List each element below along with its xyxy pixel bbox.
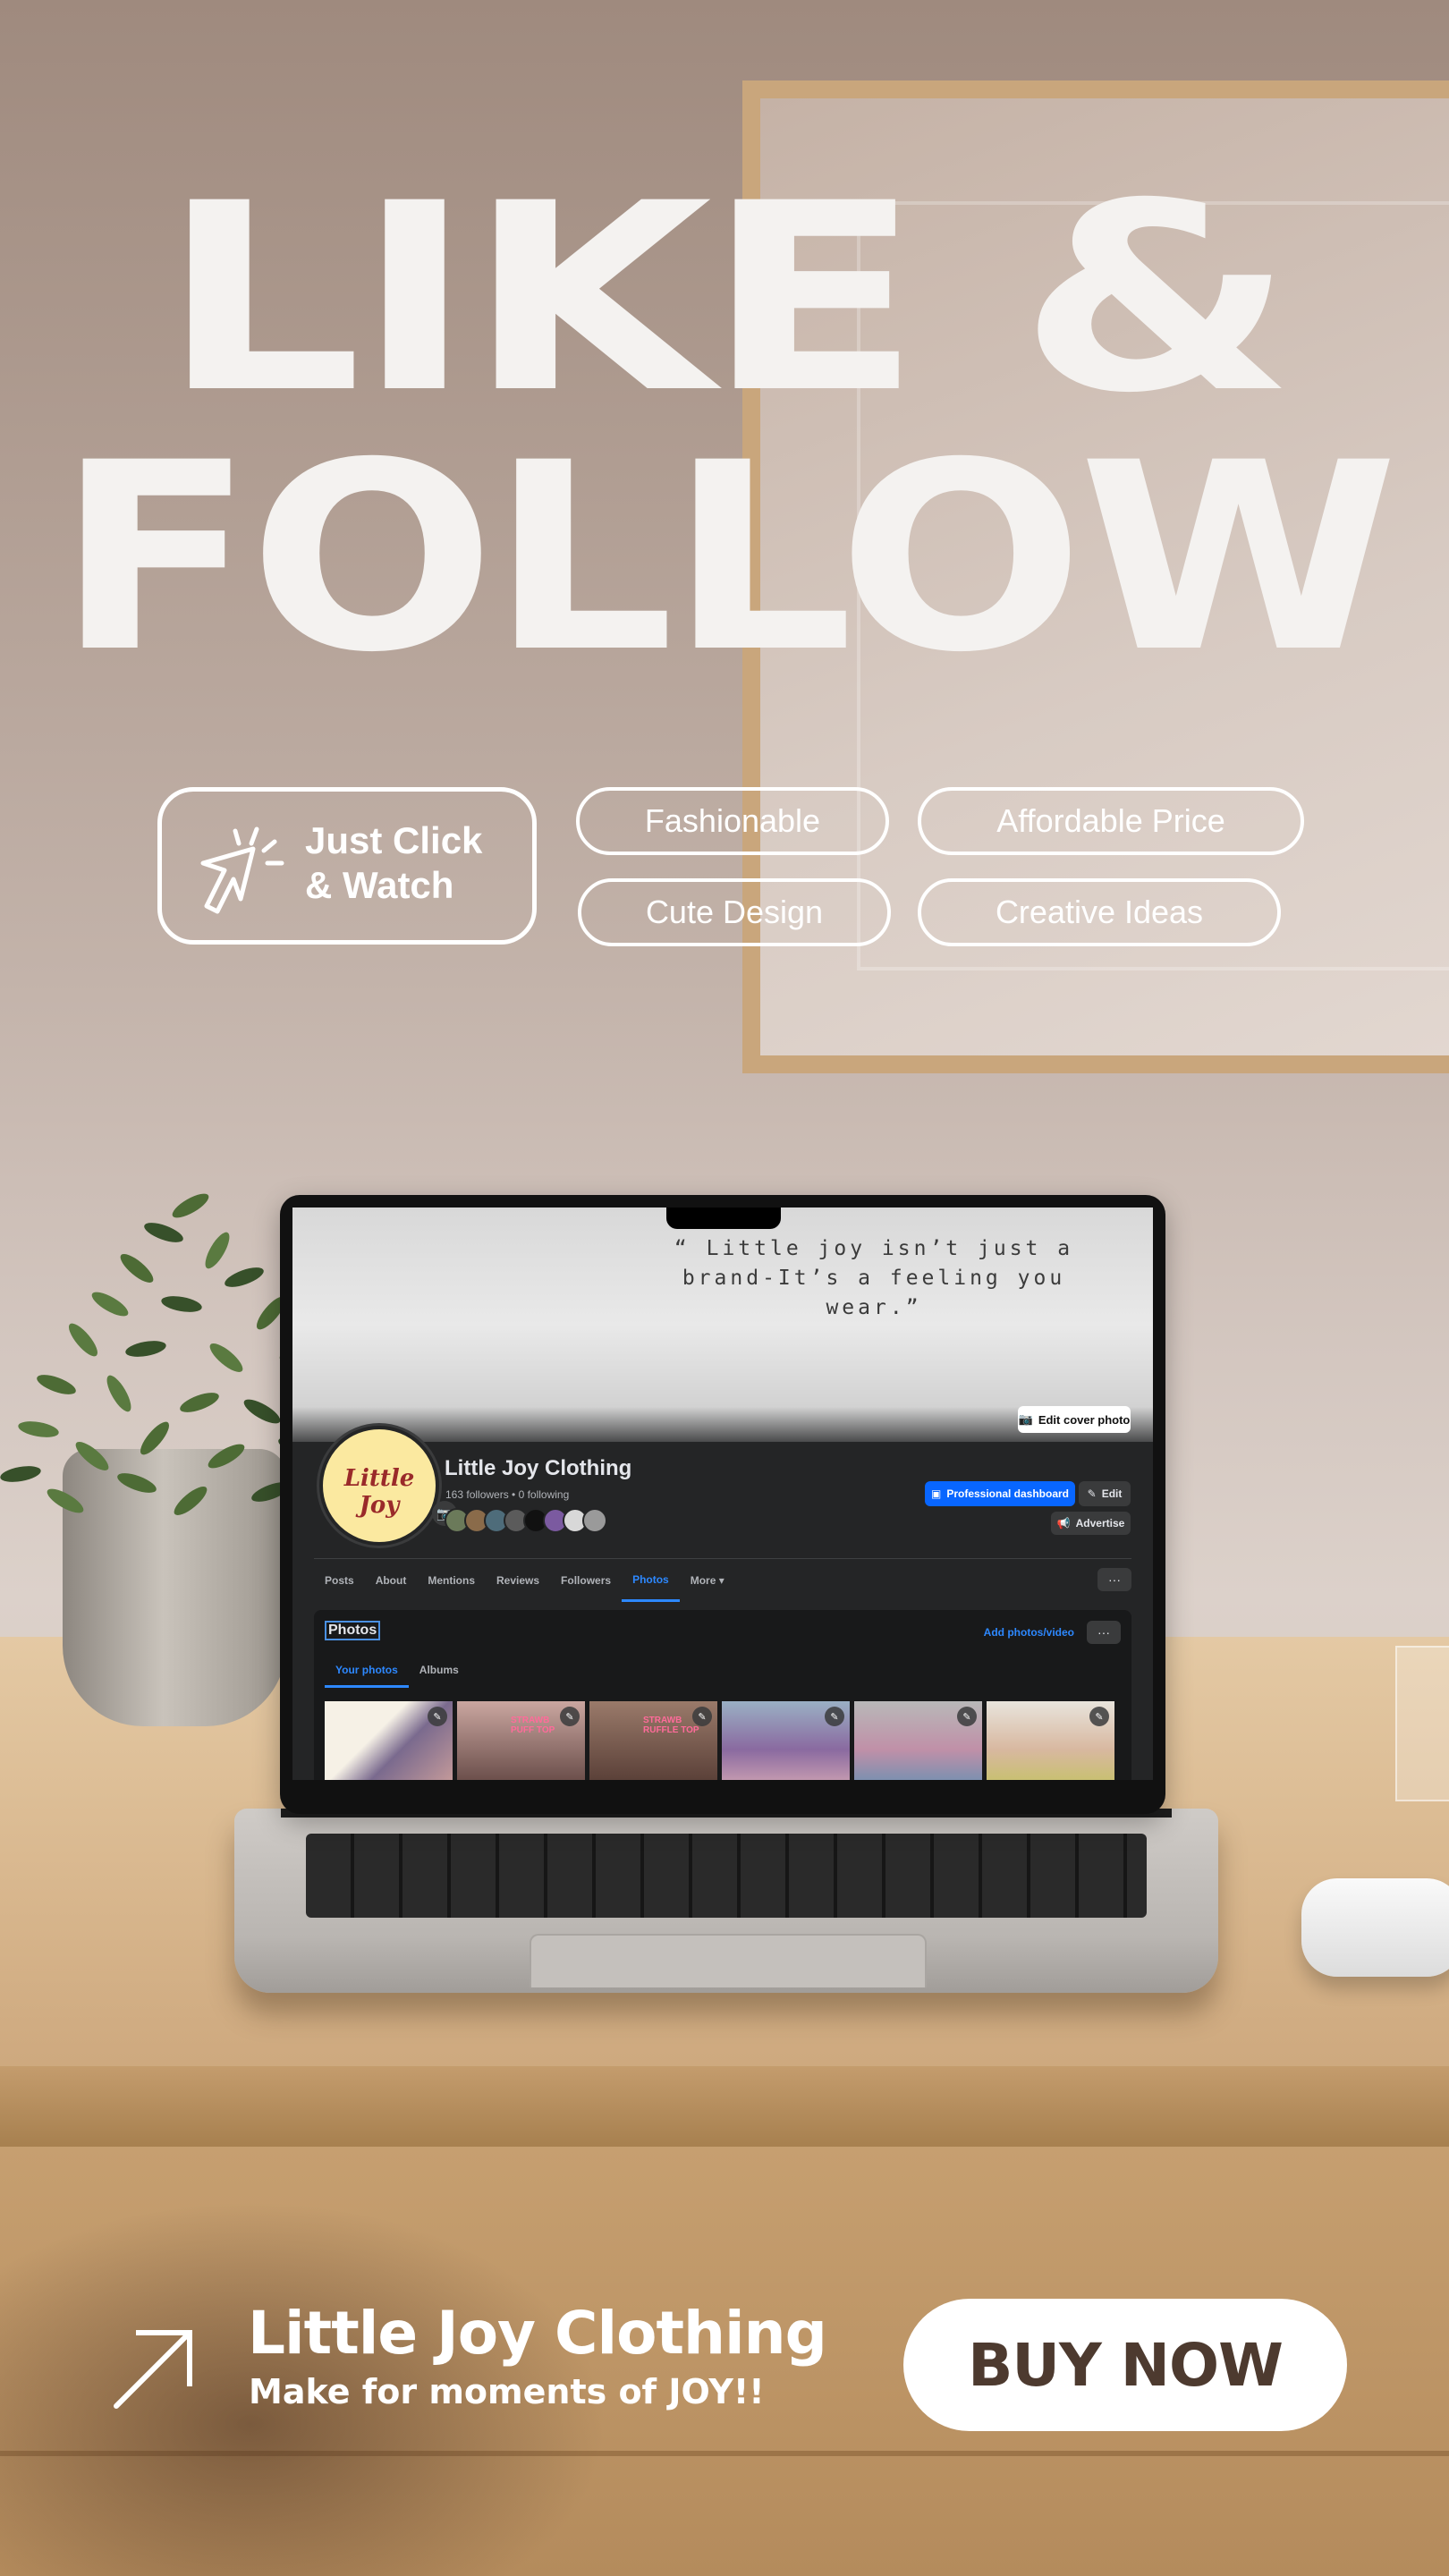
photos-more-options-button[interactable]: ··· (1087, 1621, 1121, 1644)
laptop-trackpad (530, 1934, 927, 1987)
plant-leaf (177, 1388, 222, 1417)
plant-leaf (89, 1287, 131, 1321)
plant-leaf (205, 1439, 248, 1473)
follower-avatars (445, 1508, 607, 1533)
follow-stats[interactable]: 163 followers • 0 following (445, 1488, 569, 1501)
brand-name: Little Joy Clothing (248, 2299, 827, 2368)
plant-leaf (72, 1437, 113, 1475)
tab-more[interactable]: More ▾ (680, 1559, 735, 1602)
photos-heading: Photos (325, 1621, 381, 1640)
plant-leaf (16, 1419, 61, 1440)
pencil-icon[interactable]: ✎ (692, 1707, 712, 1726)
feature-pill-creative-ideas: Creative Ideas (918, 878, 1281, 946)
edit-cover-photo-button[interactable]: 📷 Edit cover photo (1018, 1406, 1131, 1433)
just-click-box[interactable]: Just Click & Watch (157, 787, 537, 945)
photo-thumbnail[interactable]: ✎ (987, 1701, 1114, 1780)
add-photos-video-link[interactable]: Add photos/video (984, 1626, 1074, 1639)
pencil-icon[interactable]: ✎ (560, 1707, 580, 1726)
profile-avatar[interactable]: Little Joy 📷 (319, 1426, 457, 1546)
tab-albums[interactable]: Albums (409, 1655, 470, 1688)
avatar[interactable] (582, 1508, 607, 1533)
photo-thumbnail[interactable]: ✎ (722, 1701, 850, 1780)
laptop-keyboard (306, 1834, 1147, 1918)
plant-leaf (116, 1250, 157, 1287)
airpods-case (1301, 1878, 1449, 1977)
pencil-icon: ✎ (1087, 1487, 1097, 1500)
photo-thumbnail[interactable]: ✎ (325, 1701, 453, 1780)
tab-mentions[interactable]: Mentions (417, 1559, 486, 1602)
more-options-button[interactable]: ··· (1097, 1568, 1131, 1591)
photo-sub-tabs: Your photos Albums (325, 1655, 470, 1688)
plant-leaf (44, 1484, 87, 1518)
pencil-icon[interactable]: ✎ (428, 1707, 447, 1726)
photo-thumbnail[interactable]: STRAWB PUFF TOP ✎ (457, 1701, 585, 1780)
tab-followers[interactable]: Followers (550, 1559, 622, 1602)
plant-leaf (114, 1469, 159, 1497)
camera-icon: 📷 (1018, 1412, 1033, 1426)
plant-leaf (206, 1339, 247, 1377)
tab-posts[interactable]: Posts (314, 1559, 365, 1602)
plant-leaf (241, 1394, 284, 1428)
feature-pill-cute-design: Cute Design (578, 878, 891, 946)
plant-leaf (200, 1229, 234, 1272)
pencil-icon[interactable]: ✎ (957, 1707, 977, 1726)
cursor-click-icon (200, 826, 284, 914)
edit-page-button[interactable]: ✎ Edit (1079, 1481, 1131, 1506)
photos-section: Photos Add photos/video ··· Your photos … (314, 1610, 1131, 1780)
laptop-base (234, 1809, 1218, 1993)
plant-leaf (169, 1189, 212, 1223)
pencil-icon[interactable]: ✎ (825, 1707, 844, 1726)
headline-line-1: LIKE & (160, 148, 1295, 450)
tab-your-photos[interactable]: Your photos (325, 1655, 409, 1688)
cover-quote: “ Little joy isn’t just a brand-It’s a f… (674, 1237, 1074, 1319)
plant-leaf (64, 1319, 102, 1360)
page-name[interactable]: Little Joy Clothing (445, 1456, 631, 1481)
arrow-up-right-icon (114, 2330, 192, 2409)
feature-pill-affordable-price: Affordable Price (918, 787, 1304, 855)
plant-leaf (170, 1482, 211, 1520)
dashboard-icon: ▣ (930, 1487, 942, 1500)
camera-notch (666, 1208, 781, 1229)
cover-photo: “ Little joy isn’t just a brand-It’s a f… (292, 1208, 1153, 1442)
facebook-page: “ Little joy isn’t just a brand-It’s a f… (292, 1208, 1153, 1780)
plant-leaf (141, 1218, 186, 1247)
tab-reviews[interactable]: Reviews (486, 1559, 550, 1602)
plant-leaf (0, 1463, 43, 1485)
photo-thumbnail[interactable]: ✎ (854, 1701, 982, 1780)
glass-object (1395, 1646, 1449, 1801)
photo-thumbnail[interactable]: STRAWB RUFFLE TOP ✎ (589, 1701, 717, 1780)
plant-leaf (222, 1263, 267, 1292)
avatar-logo: Little Joy (343, 1465, 415, 1519)
professional-dashboard-button[interactable]: ▣ Professional dashboard (925, 1481, 1075, 1506)
plant-leaf (102, 1372, 136, 1415)
feature-pill-fashionable: Fashionable (576, 787, 889, 855)
tab-about[interactable]: About (365, 1559, 418, 1602)
just-click-text: Just Click & Watch (305, 819, 483, 906)
tab-photos[interactable]: Photos (622, 1559, 680, 1602)
photo-grid: ✎ STRAWB PUFF TOP ✎ STRAWB RUFFLE TOP ✎ … (325, 1701, 1114, 1780)
buy-now-button[interactable]: BUY NOW (903, 2299, 1347, 2431)
brand-tagline: Make for moments of JOY!! (249, 2372, 765, 2411)
page-tabs: Posts About Mentions Reviews Followers P… (314, 1558, 1131, 1602)
advertise-button[interactable]: 📢 Advertise (1051, 1512, 1131, 1535)
headline-line-2: FOLLOW (55, 408, 1399, 709)
laptop-screen: “ Little joy isn’t just a brand-It’s a f… (280, 1195, 1165, 1814)
megaphone-icon: 📢 (1056, 1517, 1071, 1530)
plant-leaf (136, 1418, 174, 1459)
pencil-icon[interactable]: ✎ (1089, 1707, 1109, 1726)
plant-leaf (159, 1293, 204, 1315)
plant-leaf (34, 1370, 79, 1399)
plant-leaf (123, 1338, 168, 1360)
